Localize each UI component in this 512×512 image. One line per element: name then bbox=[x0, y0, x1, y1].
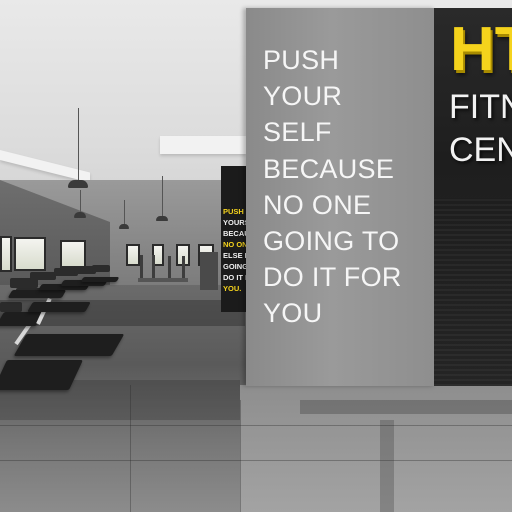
brand-subtitle: FITN CEN bbox=[449, 86, 512, 172]
brand-subtitle-line: CEN bbox=[449, 131, 512, 169]
brand-clip: HT FITN CEN bbox=[0, 0, 512, 512]
brand-subtitle-line: FITN bbox=[449, 88, 512, 126]
gym-interior-scene: PUSH YOURS BECAU NO ONE ELSE IS GOING DO… bbox=[0, 0, 512, 512]
brand-logo: HT bbox=[450, 15, 512, 84]
